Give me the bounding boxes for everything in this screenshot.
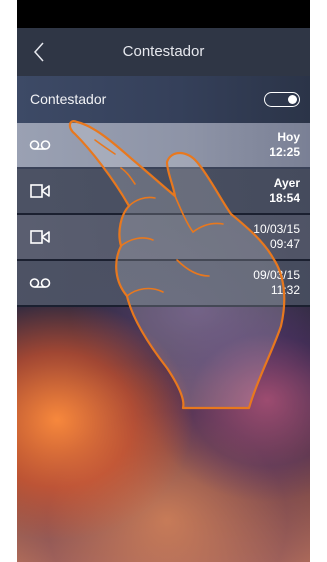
message-row[interactable]: 09/03/15 11:32 [17, 261, 310, 307]
answering-machine-toggle[interactable] [264, 92, 300, 107]
answering-machine-label: Contestador [30, 91, 107, 107]
video-camera-icon [30, 184, 50, 198]
message-date: Hoy 12:25 [269, 130, 300, 160]
message-date: 09/03/15 11:32 [253, 268, 300, 298]
message-day: 09/03/15 [253, 268, 300, 282]
message-time: 11:32 [270, 283, 300, 297]
voicemail-icon [29, 140, 51, 150]
back-button[interactable] [25, 38, 53, 66]
message-date: Ayer 18:54 [269, 176, 300, 206]
device-screen: Contestador Contestador Hoy 12:25 Ayer 1… [17, 0, 310, 562]
message-day: 10/03/15 [253, 222, 300, 236]
message-time: 18:54 [269, 191, 300, 205]
message-day: Ayer [273, 176, 300, 190]
message-row[interactable]: Ayer 18:54 [17, 169, 310, 215]
message-time: 09:47 [269, 237, 300, 251]
message-list: Hoy 12:25 Ayer 18:54 10/03/15 09:47 09/0… [17, 123, 310, 307]
page-title: Contestador [122, 43, 205, 60]
status-bar [17, 0, 310, 28]
message-row[interactable]: 10/03/15 09:47 [17, 215, 310, 261]
message-day: Hoy [277, 130, 300, 144]
answering-machine-row: Contestador [17, 76, 310, 123]
message-row[interactable]: Hoy 12:25 [17, 123, 310, 169]
header-bar: Contestador [17, 28, 310, 76]
video-camera-icon [30, 230, 50, 244]
chevron-left-icon [33, 42, 44, 62]
toggle-knob [288, 94, 297, 104]
message-date: 10/03/15 09:47 [253, 222, 300, 252]
message-time: 12:25 [269, 145, 300, 159]
voicemail-icon [29, 278, 51, 288]
